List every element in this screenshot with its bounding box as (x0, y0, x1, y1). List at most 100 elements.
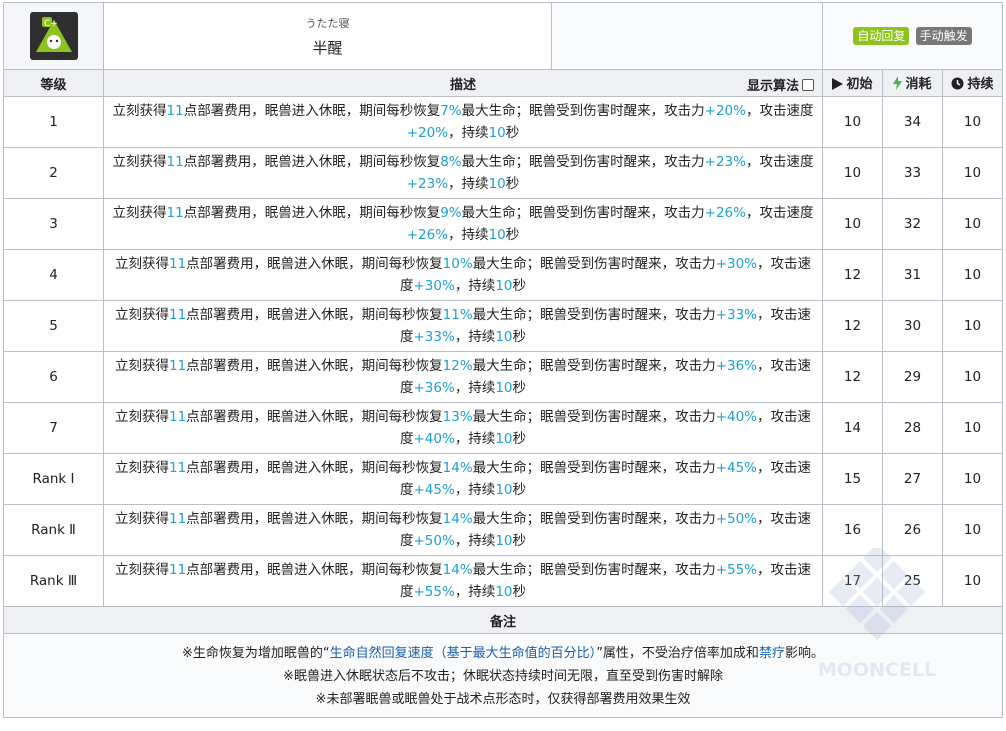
clock-icon (951, 77, 964, 94)
desc-atk-value: +30% (715, 256, 758, 272)
description-cell: 立刻获得11点部署费用，眠兽进入休眠，期间每秒恢复14%最大生命；眠兽受到伤害时… (103, 453, 823, 505)
desc-text: 点部署费用，眠兽进入休眠，期间每秒恢复 (186, 409, 443, 425)
desc-aspd-value: +36% (413, 380, 455, 396)
col-cost: 消耗 (882, 69, 943, 97)
level-cell: 5 (3, 300, 104, 352)
desc-aspd-value: +45% (413, 482, 455, 498)
desc-dp-value: 11 (166, 103, 184, 119)
description-cell: 立刻获得11点部署费用，眠兽进入休眠，期间每秒恢复11%最大生命；眠兽受到伤害时… (103, 300, 823, 352)
desc-atk-value: +26% (704, 205, 746, 221)
table-row: 2 立刻获得11点部署费用，眠兽进入休眠，期间每秒恢复8%最大生命；眠兽受到伤害时… (3, 147, 1003, 199)
level-cell: 4 (3, 249, 104, 301)
cost-cell: 25 (882, 555, 943, 607)
cost-cell: 28 (882, 402, 943, 454)
level-cell: Rank Ⅱ (3, 504, 104, 556)
desc-duration-value: 10 (488, 125, 506, 141)
desc-text: 最大生命；眠兽受到伤害时醒来，攻击力 (472, 511, 716, 527)
desc-text: 最大生命；眠兽受到伤害时醒来，攻击力 (472, 409, 716, 425)
desc-atk-value: +23% (704, 154, 746, 170)
desc-atk-value: +50% (715, 511, 758, 527)
show-algo-toggle[interactable]: 显示算法 (747, 75, 814, 94)
show-algo-label: 显示算法 (746, 79, 799, 94)
col-description-label: 描述 (449, 77, 476, 93)
desc-duration-value: 10 (495, 278, 513, 294)
desc-dp-value: 11 (166, 154, 184, 170)
initial-cell: 17 (822, 555, 883, 607)
desc-text: 秒 (512, 380, 527, 396)
desc-dp-value: 11 (168, 511, 187, 527)
skill-header-row: C+ うたた寝 半醒 自动回复 手动触发 (3, 2, 1003, 70)
notes-title: 备注 (3, 606, 1003, 634)
duration-cell: 10 (942, 147, 1003, 199)
desc-dp-value: 11 (168, 409, 187, 425)
desc-text: ，持续 (454, 533, 496, 549)
note-1-link[interactable]: 禁疗 (759, 646, 785, 661)
level-cell: 1 (3, 96, 104, 148)
col-level: 等级 (3, 69, 104, 97)
description-cell: 立刻获得11点部署费用，眠兽进入休眠，期间每秒恢复8%最大生命；眠兽受到伤害时醒… (103, 147, 823, 199)
skill-tags: 自动回复 手动触发 (822, 2, 1003, 70)
desc-text: 立刻获得 (114, 562, 169, 578)
table-row: 5 立刻获得11点部署费用，眠兽进入休眠，期间每秒恢复11%最大生命；眠兽受到伤害… (3, 300, 1003, 352)
desc-atk-value: +55% (715, 562, 758, 578)
desc-atk-value: +36% (715, 358, 758, 374)
initial-cell: 10 (822, 96, 883, 148)
col-duration-label: 持续 (967, 76, 994, 92)
desc-hp-value: 13% (442, 409, 473, 425)
desc-text: 立刻获得 (114, 307, 169, 323)
desc-text: ，持续 (454, 431, 496, 447)
desc-dp-value: 11 (168, 358, 187, 374)
desc-text: 立刻获得 (112, 103, 167, 119)
desc-hp-value: 14% (442, 562, 473, 578)
level-cell: 3 (3, 198, 104, 250)
desc-text: 立刻获得 (114, 256, 169, 272)
initial-cell: 10 (822, 147, 883, 199)
tag-auto-recovery: 自动回复 (853, 27, 910, 45)
notes-content: ※生命恢复为增加眠兽的“生命自然回复速度（基于最大生命值的百分比）”属性，不受治… (3, 633, 1003, 718)
note-line-2: ※眠兽进入休眠状态后不攻击；休眠状态持续时间无限，直至受到伤害时解除 (283, 669, 723, 684)
skill-table: C+ うたた寝 半醒 自动回复 手动触发 等级 描述 显示算法 初始 消耗 持续… (3, 2, 1003, 718)
desc-hp-value: 8% (440, 154, 462, 170)
desc-aspd-value: +30% (413, 278, 455, 294)
description-cell: 立刻获得11点部署费用，眠兽进入休眠，期间每秒恢复9%最大生命；眠兽受到伤害时醒… (103, 198, 823, 250)
desc-text: 点部署费用，眠兽进入休眠，期间每秒恢复 (186, 358, 443, 374)
col-duration: 持续 (942, 69, 1003, 97)
cost-cell: 31 (882, 249, 943, 301)
table-row: 7 立刻获得11点部署费用，眠兽进入休眠，期间每秒恢复13%最大生命；眠兽受到伤害… (3, 402, 1003, 454)
desc-text: ，持续 (448, 227, 489, 243)
desc-text: 点部署费用，眠兽进入休眠，期间每秒恢复 (183, 154, 441, 170)
desc-hp-value: 9% (440, 205, 462, 221)
desc-duration-value: 10 (495, 584, 513, 600)
play-triangle-icon (832, 77, 844, 94)
level-cell: Rank Ⅰ (3, 453, 104, 505)
desc-text: 立刻获得 (114, 358, 169, 374)
desc-text: 点部署费用，眠兽进入休眠，期间每秒恢复 (186, 307, 443, 323)
desc-duration-value: 10 (495, 380, 513, 396)
desc-text: 秒 (512, 533, 527, 549)
header-blank (551, 2, 823, 70)
desc-text: ，持续 (448, 125, 489, 141)
tag-manual-trigger: 手动触发 (915, 27, 972, 45)
description-cell: 立刻获得11点部署费用，眠兽进入休眠，期间每秒恢复13%最大生命；眠兽受到伤害时… (103, 402, 823, 454)
desc-text: 最大生命；眠兽受到伤害时醒来，攻击力 (472, 256, 716, 272)
duration-cell: 10 (942, 555, 1003, 607)
duration-cell: 10 (942, 504, 1003, 556)
desc-text: ，持续 (454, 380, 496, 396)
desc-dp-value: 11 (168, 460, 187, 476)
desc-text: 最大生命；眠兽受到伤害时醒来，攻击力 (472, 358, 716, 374)
desc-text: 立刻获得 (114, 409, 169, 425)
cost-cell: 26 (882, 504, 943, 556)
duration-cell: 10 (942, 351, 1003, 403)
show-algo-checkbox[interactable] (802, 79, 814, 91)
desc-atk-value: +33% (715, 307, 758, 323)
table-row: 4 立刻获得11点部署费用，眠兽进入休眠，期间每秒恢复10%最大生命；眠兽受到伤害… (3, 249, 1003, 301)
col-cost-label: 消耗 (905, 76, 932, 92)
desc-duration-value: 10 (495, 329, 513, 345)
desc-dp-value: 11 (166, 205, 184, 221)
desc-hp-value: 12% (442, 358, 473, 374)
desc-aspd-value: +40% (413, 431, 455, 447)
note-1-pre: ※生命恢复为增加眠兽的“ (182, 646, 330, 661)
desc-text: 最大生命；眠兽受到伤害时醒来，攻击力 (461, 205, 705, 221)
desc-text: 秒 (505, 227, 520, 243)
initial-cell: 16 (822, 504, 883, 556)
